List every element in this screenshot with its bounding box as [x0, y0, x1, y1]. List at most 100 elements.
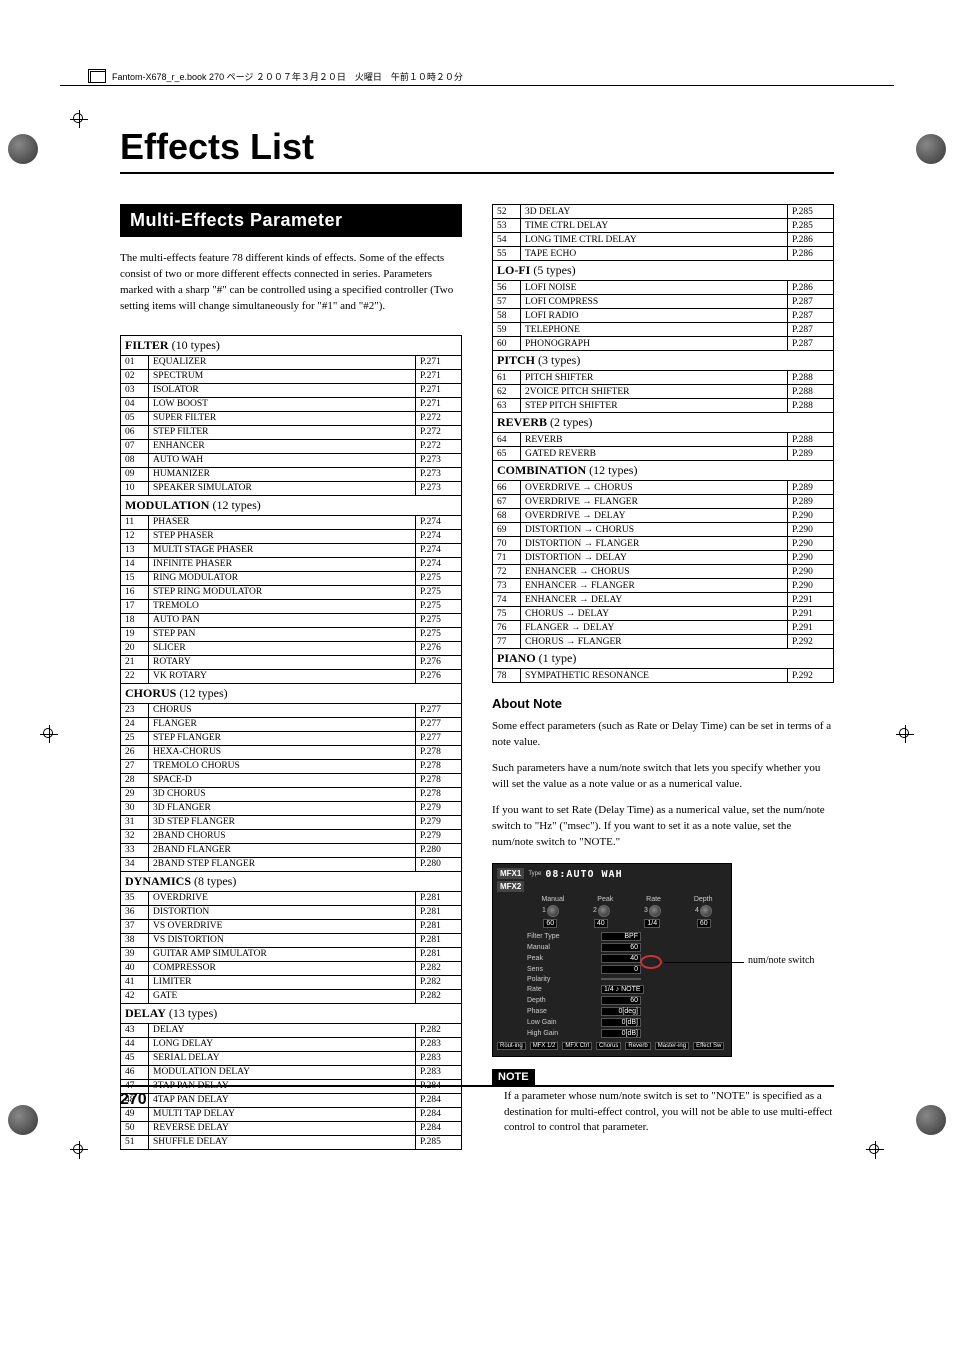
table-row: 24FLANGERP.277 [121, 717, 462, 731]
effect-name: SPECTRUM [149, 369, 416, 383]
table-row: 54LONG TIME CTRL DELAYP.286 [493, 233, 834, 247]
effect-name: STEP FLANGER [149, 731, 416, 745]
table-row: 53TIME CTRL DELAYP.285 [493, 219, 834, 233]
effect-name: STEP PITCH SHIFTER [521, 399, 788, 413]
effect-name: REVERB [521, 433, 788, 447]
effect-page: P.283 [416, 1065, 462, 1079]
effect-name: PHONOGRAPH [521, 337, 788, 351]
effect-page: P.285 [788, 205, 834, 219]
table-row: 49MULTI TAP DELAYP.284 [121, 1107, 462, 1121]
effect-page: P.290 [788, 565, 834, 579]
table-row: 67OVERDRIVE → FLANGERP.289 [493, 495, 834, 509]
effect-number: 16 [121, 585, 149, 599]
effect-name: FLANGER [149, 717, 416, 731]
effect-page: P.285 [788, 219, 834, 233]
effect-name: VS OVERDRIVE [149, 919, 416, 933]
table-row: 71DISTORTION → DELAYP.290 [493, 551, 834, 565]
effect-name: DELAY [149, 1023, 416, 1037]
effect-name: DISTORTION → DELAY [521, 551, 788, 565]
effect-name: 4TAP PAN DELAY [149, 1093, 416, 1107]
effect-page: P.274 [416, 543, 462, 557]
section-row: REVERB (2 types) [493, 413, 834, 433]
effect-number: 18 [121, 613, 149, 627]
effect-number: 07 [121, 439, 149, 453]
mfx-screenshot: MFX1 Type 08:AUTO WAH MFX2 Manual Peak R… [492, 863, 834, 1057]
effect-number: 31 [121, 815, 149, 829]
effect-number: 60 [493, 337, 521, 351]
mfx-footer-tab: MFX Ctrl [562, 1042, 592, 1050]
effect-number: 39 [121, 947, 149, 961]
table-row: 18AUTO PANP.275 [121, 613, 462, 627]
table-row: 342BAND STEP FLANGERP.280 [121, 857, 462, 871]
effect-number: 74 [493, 593, 521, 607]
table-row: 58LOFI RADIOP.287 [493, 309, 834, 323]
table-row: 22VK ROTARYP.276 [121, 669, 462, 683]
effect-name: OVERDRIVE → DELAY [521, 509, 788, 523]
effect-number: 29 [121, 787, 149, 801]
effect-number: 51 [121, 1135, 149, 1149]
effect-name: ROTARY [149, 655, 416, 669]
table-row: 01EQUALIZERP.271 [121, 355, 462, 369]
effect-number: 66 [493, 481, 521, 495]
table-row: 622VOICE PITCH SHIFTERP.288 [493, 385, 834, 399]
effect-page: P.284 [416, 1093, 462, 1107]
table-row: 332BAND FLANGERP.280 [121, 843, 462, 857]
effect-name: MULTI TAP DELAY [149, 1107, 416, 1121]
effect-number: 76 [493, 621, 521, 635]
section-row: COMBINATION (12 types) [493, 461, 834, 481]
mfx-param-row: Rate1/4 ♪ NOTE [527, 985, 727, 994]
effect-page: P.283 [416, 1037, 462, 1051]
intro-paragraph: The multi-effects feature 78 different k… [120, 251, 462, 315]
effect-name: LONG DELAY [149, 1037, 416, 1051]
effect-page: P.278 [416, 759, 462, 773]
effect-page: P.271 [416, 369, 462, 383]
effect-page: P.282 [416, 1023, 462, 1037]
effect-name: REVERSE DELAY [149, 1121, 416, 1135]
effect-number: 38 [121, 933, 149, 947]
effect-page: P.279 [416, 815, 462, 829]
effect-number: 55 [493, 247, 521, 261]
effect-name: LIMITER [149, 975, 416, 989]
section-row: DYNAMICS (8 types) [121, 871, 462, 891]
effect-name: SPACE-D [149, 773, 416, 787]
effect-page: P.287 [788, 337, 834, 351]
effect-number: 26 [121, 745, 149, 759]
registration-mark [70, 1141, 88, 1159]
table-row: 61PITCH SHIFTERP.288 [493, 371, 834, 385]
effect-number: 46 [121, 1065, 149, 1079]
table-row: 74ENHANCER → DELAYP.291 [493, 593, 834, 607]
registration-mark [70, 110, 88, 128]
table-row: 46MODULATION DELAYP.283 [121, 1065, 462, 1079]
mfx-footer-tab: Rout-ing [497, 1042, 526, 1050]
effect-number: 53 [493, 219, 521, 233]
effect-number: 37 [121, 919, 149, 933]
effect-page: P.284 [416, 1121, 462, 1135]
table-row: 44LONG DELAYP.283 [121, 1037, 462, 1051]
table-row: 38VS DISTORTIONP.281 [121, 933, 462, 947]
effect-name: PITCH SHIFTER [521, 371, 788, 385]
table-row: 42GATEP.282 [121, 989, 462, 1003]
table-row: 10SPEAKER SIMULATORP.273 [121, 481, 462, 495]
mfx-param-row: High Gain0[dB] [527, 1029, 727, 1038]
effect-number: 28 [121, 773, 149, 787]
effect-page: P.285 [416, 1135, 462, 1149]
effect-name: SHUFFLE DELAY [149, 1135, 416, 1149]
effect-number: 11 [121, 515, 149, 529]
section-row: PITCH (3 types) [493, 351, 834, 371]
section-heading: Multi-Effects Parameter [120, 204, 462, 237]
effect-number: 03 [121, 383, 149, 397]
table-row: 51SHUFFLE DELAYP.285 [121, 1135, 462, 1149]
effect-page: P.272 [416, 425, 462, 439]
mfx-param-row: Phase0[deg] [527, 1007, 727, 1016]
mfx-param-row: Low Gain0[dB] [527, 1018, 727, 1027]
table-row: 07ENHANCERP.272 [121, 439, 462, 453]
table-row: 02SPECTRUMP.271 [121, 369, 462, 383]
effect-number: 10 [121, 481, 149, 495]
table-row: 65GATED REVERBP.289 [493, 447, 834, 461]
effect-name: SYMPATHETIC RESONANCE [521, 669, 788, 683]
table-row: 03ISOLATORP.271 [121, 383, 462, 397]
effect-number: 77 [493, 635, 521, 649]
mfx-param-row: Manual60 [527, 943, 727, 952]
title-rule [120, 172, 834, 174]
table-row: 04LOW BOOSTP.271 [121, 397, 462, 411]
